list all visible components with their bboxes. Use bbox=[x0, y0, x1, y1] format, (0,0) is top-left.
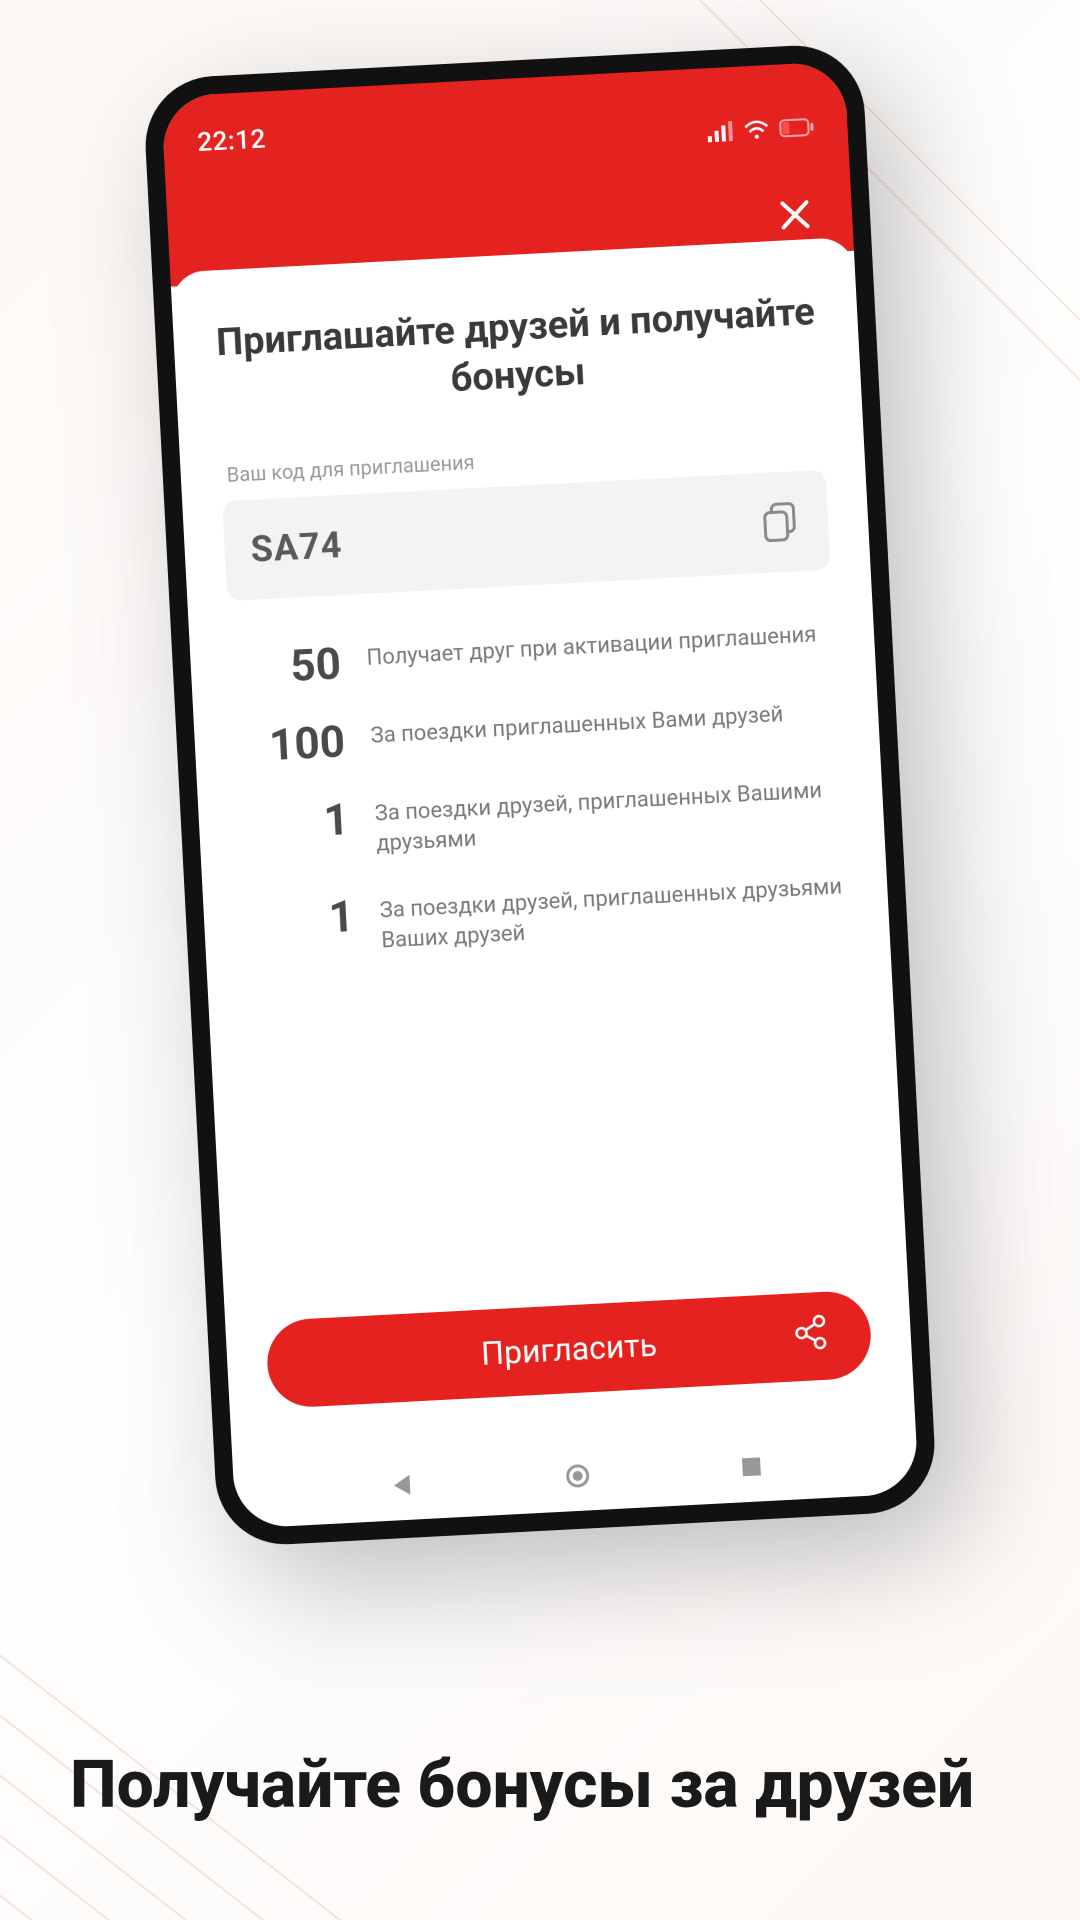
status-time: 22:12 bbox=[197, 124, 267, 158]
reward-amount: 50 bbox=[230, 641, 342, 691]
invite-button-label: Пригласить bbox=[480, 1326, 658, 1373]
reward-row: 100 За поездки приглашенных Вами друзей bbox=[234, 693, 839, 769]
reward-amount: 1 bbox=[243, 894, 355, 944]
promo-headline: Получайте бонусы за друзей bbox=[70, 1741, 1010, 1830]
nav-recent-icon[interactable] bbox=[739, 1454, 764, 1479]
battery-low-icon bbox=[779, 118, 814, 138]
referral-code-box: SA74 bbox=[222, 470, 830, 601]
reward-row: 1 За поездки друзей, приглашенных друзья… bbox=[243, 868, 849, 963]
reward-text: За поездки друзей, приглашенных друзьями… bbox=[379, 868, 850, 956]
nav-home-icon[interactable] bbox=[563, 1461, 592, 1490]
content-card: Приглашайте друзей и получайте бонусы Ва… bbox=[170, 237, 915, 1459]
reward-row: 50 Получает друг при активации приглашен… bbox=[230, 615, 835, 691]
signal-icon bbox=[707, 121, 734, 142]
reward-text: За поездки приглашенных Вами друзей bbox=[370, 693, 839, 751]
status-icons bbox=[707, 117, 814, 143]
nav-back-icon[interactable] bbox=[387, 1470, 416, 1499]
phone-mockup: 22:12 Приглашайте друзей и получайте бон… bbox=[142, 42, 938, 1548]
copy-icon bbox=[761, 501, 799, 543]
copy-code-button[interactable] bbox=[757, 499, 803, 545]
page-title: Приглашайте друзей и получайте бонусы bbox=[213, 289, 821, 415]
reward-amount: 100 bbox=[234, 719, 346, 769]
status-bar: 22:12 bbox=[196, 85, 814, 169]
referral-code-value: SA74 bbox=[250, 524, 344, 571]
reward-text: За поездки друзей, приглашенных Вашими д… bbox=[374, 771, 845, 859]
reward-amount: 1 bbox=[238, 797, 350, 847]
close-icon bbox=[776, 196, 814, 234]
reward-row: 1 За поездки друзей, приглашенных Вашими… bbox=[238, 771, 844, 866]
wifi-icon bbox=[743, 119, 770, 140]
close-button[interactable] bbox=[771, 191, 819, 239]
share-icon bbox=[792, 1314, 830, 1360]
reward-text: Получает друг при активации приглашения bbox=[366, 615, 835, 673]
